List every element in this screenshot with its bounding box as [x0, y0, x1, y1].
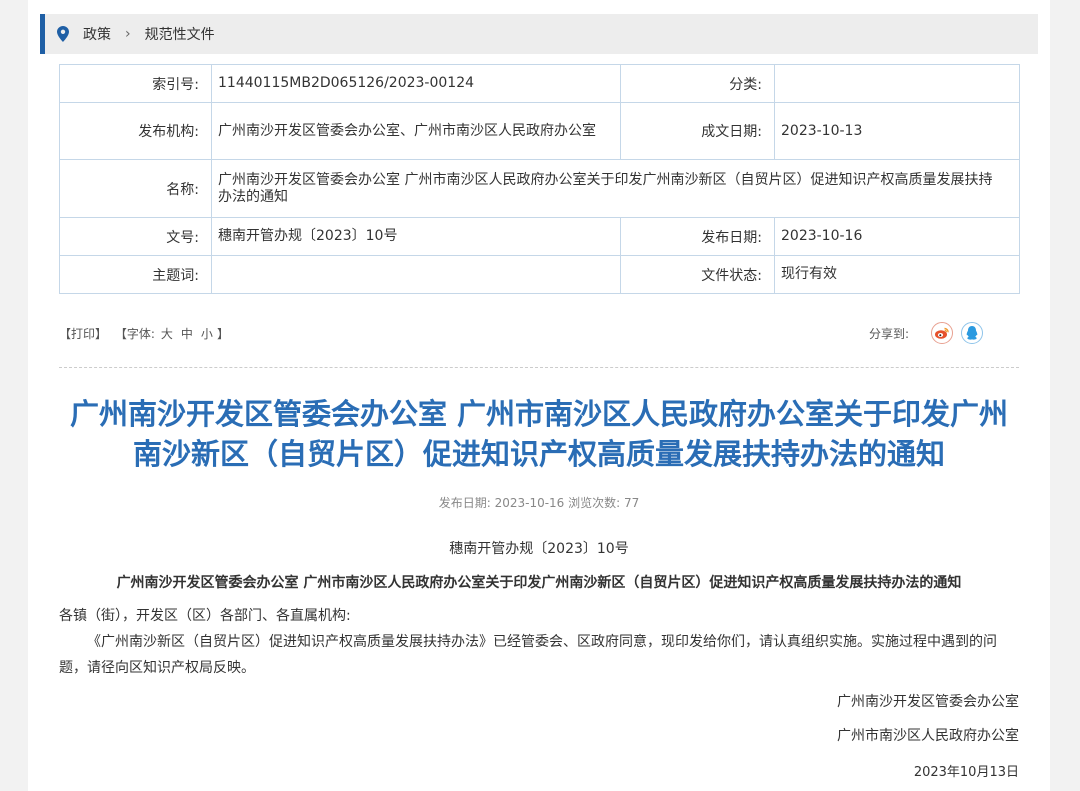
font-size-prefix: 【字体:: [114, 327, 155, 341]
weibo-share-icon[interactable]: [931, 322, 953, 344]
meta-row: 名称: 广州南沙开发区管委会办公室 广州市南沙区人民政府办公室关于印发广州南沙新…: [59, 159, 1020, 218]
weibo-icon: [935, 327, 949, 339]
docno-value: 穗南开管办规〔2023〕10号: [211, 217, 621, 256]
article-greeting: 各镇（街），开发区（区）各部门、各直属机构:: [59, 608, 351, 624]
publisher-value: 广州南沙开发区管委会办公室、广州市南沙区人民政府办公室: [211, 102, 621, 160]
published-date-value: 2023-10-16: [774, 217, 1020, 256]
qq-icon: [966, 326, 978, 340]
content-divider: [59, 367, 1019, 368]
status-label: 文件状态:: [620, 255, 775, 294]
index-value: 11440115MB2D065126/2023-00124: [211, 64, 621, 103]
meta-row: 发布机构: 广州南沙开发区管委会办公室、广州市南沙区人民政府办公室 成文日期: …: [59, 102, 1020, 160]
signature-date: 2023年10月13日: [913, 765, 1019, 780]
font-large-button[interactable]: 大: [161, 327, 173, 341]
print-button[interactable]: 【打印】: [59, 327, 107, 341]
article-title: 广州南沙开发区管委会办公室 广州市南沙区人民政府办公室关于印发广州南沙新区（自贸…: [69, 397, 1009, 471]
font-size-suffix: 】: [216, 327, 229, 341]
subject-label: 主题词:: [59, 255, 212, 294]
subject-value: [211, 255, 621, 294]
location-pin-icon: [57, 26, 69, 42]
name-value: 广州南沙开发区管委会办公室 广州市南沙区人民政府办公室关于印发广州南沙新区（自贸…: [211, 159, 1020, 218]
article-tools: 【打印】 【字体: 大中小】 分享到:: [59, 322, 1019, 344]
document-meta-table: 索引号: 11440115MB2D065126/2023-00124 分类: 发…: [59, 64, 1020, 294]
published-date-label: 发布日期:: [620, 217, 775, 256]
qq-share-icon[interactable]: [961, 322, 983, 344]
share-label: 分享到:: [868, 326, 909, 341]
signature-2: 广州市南沙区人民政府办公室: [837, 728, 1019, 744]
category-label: 分类:: [620, 64, 775, 103]
page: 政策 › 规范性文件 索引号: 11440115MB2D065126/2023-…: [28, 0, 1050, 791]
article-docno: 穗南开管办规〔2023〕10号: [449, 541, 629, 557]
breadcrumb: 政策 › 规范性文件: [40, 14, 1038, 54]
article-subtitle: 广州南沙开发区管委会办公室 广州市南沙区人民政府办公室关于印发广州南沙新区（自贸…: [116, 575, 962, 591]
docno-label: 文号:: [59, 217, 212, 256]
article-pubinfo: 发布日期: 2023-10-16 浏览次数: 77: [438, 496, 640, 510]
status-value: 现行有效: [774, 255, 1020, 294]
font-medium-button[interactable]: 中: [181, 327, 193, 341]
name-label: 名称:: [59, 159, 212, 218]
breadcrumb-separator-icon: ›: [125, 26, 131, 42]
breadcrumb-item-policy[interactable]: 政策: [83, 24, 111, 44]
meta-row: 索引号: 11440115MB2D065126/2023-00124 分类:: [59, 64, 1020, 103]
index-label: 索引号:: [59, 64, 212, 103]
category-value: [774, 64, 1020, 103]
font-small-button[interactable]: 小: [201, 327, 213, 341]
publisher-label: 发布机构:: [59, 102, 212, 160]
created-date-label: 成文日期:: [620, 102, 775, 160]
meta-row: 文号: 穗南开管办规〔2023〕10号 发布日期: 2023-10-16: [59, 217, 1020, 256]
signature-1: 广州南沙开发区管委会办公室: [837, 694, 1019, 710]
breadcrumb-item-normative-documents[interactable]: 规范性文件: [145, 24, 215, 44]
meta-row: 主题词: 文件状态: 现行有效: [59, 255, 1020, 294]
article-paragraph: 《广州南沙新区（自贸片区）促进知识产权高质量发展扶持办法》已经管委会、区政府同意…: [59, 634, 997, 676]
created-date-value: 2023-10-13: [774, 102, 1020, 160]
